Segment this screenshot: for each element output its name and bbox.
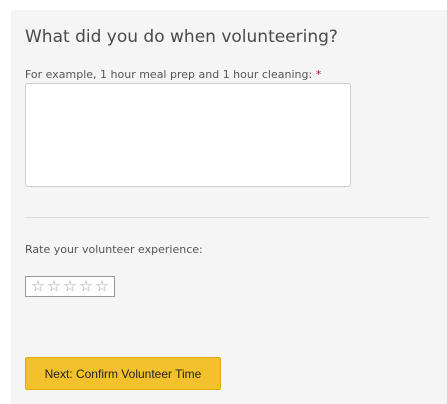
activity-label-text: For example, 1 hour meal prep and 1 hour… (25, 68, 313, 81)
activity-textarea[interactable] (25, 83, 351, 187)
star-5-icon[interactable]: ☆ (94, 279, 110, 294)
star-3-icon[interactable]: ☆ (62, 279, 78, 294)
star-1-icon[interactable]: ☆ (30, 279, 46, 294)
form-heading: What did you do when volunteering? (25, 27, 338, 47)
rating-label: Rate your volunteer experience: (25, 243, 203, 256)
star-4-icon[interactable]: ☆ (78, 279, 94, 294)
activity-field-label: For example, 1 hour meal prep and 1 hour… (25, 68, 321, 81)
next-confirm-volunteer-time-button[interactable]: Next: Confirm Volunteer Time (25, 357, 221, 390)
star-2-icon[interactable]: ☆ (46, 279, 62, 294)
star-rating[interactable]: ☆ ☆ ☆ ☆ ☆ (25, 276, 115, 297)
required-marker: * (315, 68, 322, 81)
section-divider (25, 217, 429, 218)
